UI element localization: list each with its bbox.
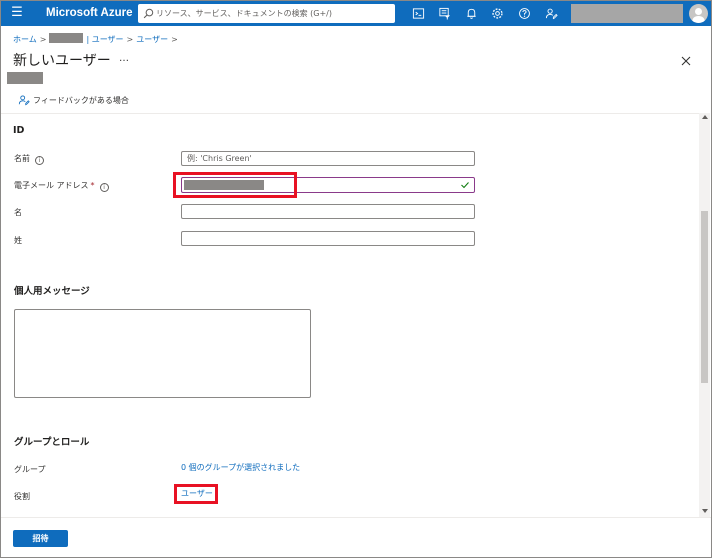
last-name-label: 姓 xyxy=(14,236,22,245)
subtitle-redacted xyxy=(7,72,43,84)
settings-icon[interactable] xyxy=(487,4,507,23)
scroll-thumb[interactable] xyxy=(701,211,708,383)
highlight-box-email xyxy=(173,172,297,198)
top-bar: ☰ Microsoft Azure xyxy=(1,1,711,26)
first-name-field[interactable] xyxy=(181,204,475,219)
more-options-icon[interactable]: … xyxy=(119,53,129,64)
menu-icon[interactable]: ☰ xyxy=(7,4,27,22)
footer-bar: 招待 xyxy=(1,517,711,557)
first-name-label: 名 xyxy=(14,208,22,217)
global-search[interactable] xyxy=(138,4,395,23)
feedback-person-icon xyxy=(18,95,30,106)
directory-filter-icon[interactable] xyxy=(434,4,454,23)
feedback-label: フィードバックがある場合 xyxy=(33,96,129,105)
feedback-link[interactable]: フィードバックがある場合 xyxy=(18,94,129,106)
invite-button[interactable]: 招待 xyxy=(13,530,68,547)
section-personal-message: 個人用メッセージ xyxy=(14,286,90,297)
brand-name[interactable]: Microsoft Azure xyxy=(46,7,132,19)
section-groups-roles: グループとロール xyxy=(14,437,90,448)
scroll-up-arrow-icon[interactable] xyxy=(702,115,708,119)
email-label-text: 電子メール アドレス xyxy=(14,181,89,190)
help-icon[interactable] xyxy=(514,4,534,23)
account-name-redacted[interactable] xyxy=(571,4,683,23)
breadcrumb-users-2[interactable]: ユーザー xyxy=(136,35,168,44)
search-icon xyxy=(143,8,154,19)
highlight-box-role xyxy=(174,484,218,504)
role-label: 役割 xyxy=(14,492,30,501)
avatar[interactable] xyxy=(689,4,708,23)
cloud-shell-icon[interactable] xyxy=(408,4,428,23)
name-label: 名前 i xyxy=(14,153,44,165)
groups-label: グループ xyxy=(14,465,46,474)
info-icon[interactable]: i xyxy=(35,156,44,165)
check-icon xyxy=(461,182,469,189)
breadcrumb-users[interactable]: | ユーザー xyxy=(86,35,123,44)
name-field[interactable] xyxy=(181,151,475,166)
info-icon[interactable]: i xyxy=(99,183,109,192)
breadcrumb-home[interactable]: ホーム xyxy=(13,35,37,44)
email-label: 電子メール アドレス * i xyxy=(14,180,109,192)
section-identity: ID xyxy=(13,125,25,136)
feedback-icon[interactable] xyxy=(541,4,561,23)
page-title: 新しいユーザー xyxy=(13,53,111,69)
vertical-scrollbar[interactable] xyxy=(699,113,710,517)
required-mark: * xyxy=(90,181,95,190)
breadcrumb-separator: > xyxy=(126,35,134,44)
breadcrumb: ホーム > | ユーザー > ユーザー > xyxy=(13,33,181,45)
last-name-field[interactable] xyxy=(181,231,475,246)
breadcrumb-separator: > xyxy=(39,35,47,44)
groups-selection-link[interactable]: 0 個のグループが選択されました xyxy=(181,462,300,473)
close-icon[interactable] xyxy=(679,54,693,68)
personal-message-field[interactable] xyxy=(14,309,311,398)
breadcrumb-tenant-redacted[interactable] xyxy=(49,33,84,43)
scroll-down-arrow-icon[interactable] xyxy=(702,509,708,513)
search-input[interactable] xyxy=(156,6,388,21)
form-content[interactable]: ID 名前 i 電子メール アドレス* i 名 姓 個人用メッセージ グループとロー… xyxy=(1,113,699,517)
notifications-icon[interactable] xyxy=(461,4,481,23)
breadcrumb-separator: > xyxy=(171,35,178,44)
name-label-text: 名前 xyxy=(14,154,30,163)
